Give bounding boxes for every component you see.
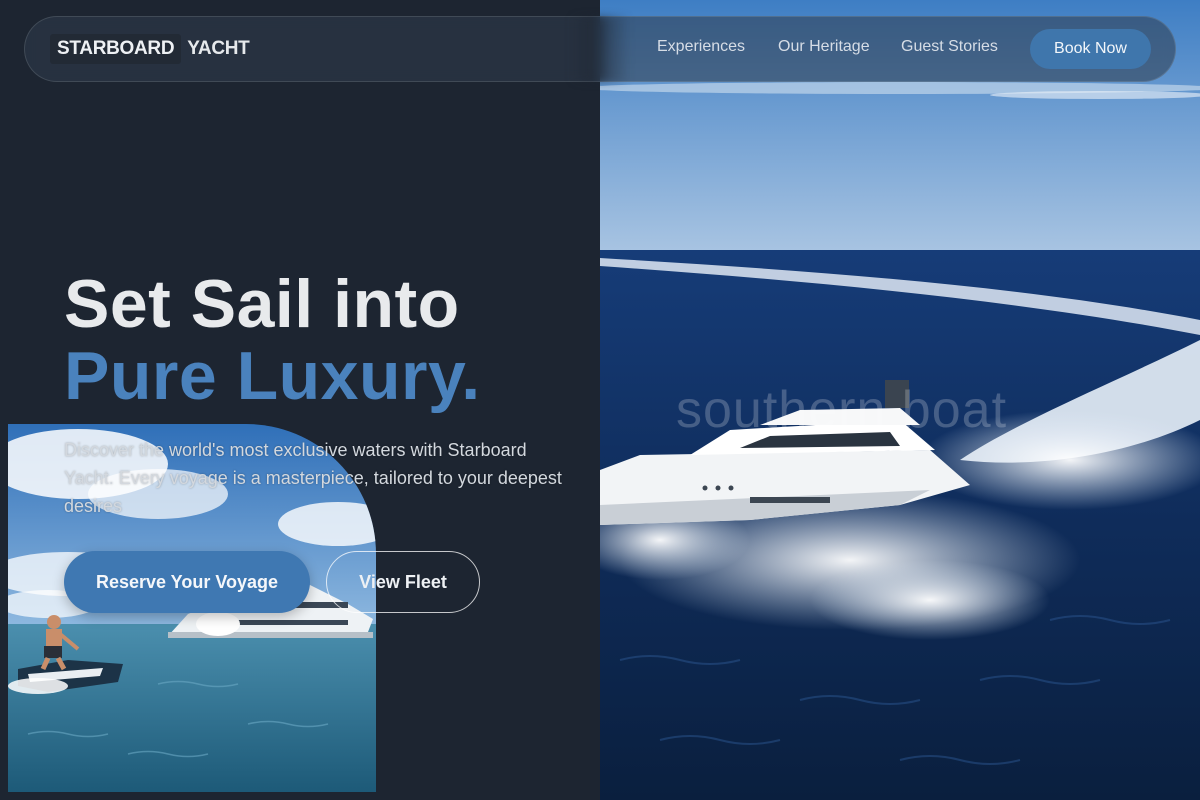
navbar-divider-fade (570, 16, 630, 82)
hero-headline-line1: Set Sail into (64, 266, 460, 342)
hero-headline-line2: Pure Luxury. (64, 338, 481, 414)
view-fleet-button[interactable]: View Fleet (326, 551, 480, 613)
photo-watermark: southern boat (676, 381, 1008, 439)
reserve-voyage-button[interactable]: Reserve Your Voyage (64, 551, 310, 613)
nav-link-guest-stories[interactable]: Guest Stories (901, 38, 998, 56)
brand-logo-text: YACHT (187, 38, 250, 59)
hero-headline: Set Sail into Pure Luxury. (64, 268, 481, 412)
nav-link-our-heritage[interactable]: Our Heritage (778, 38, 870, 56)
brand-logo-box: STARBOARD (50, 34, 182, 64)
nav-link-experiences[interactable]: Experiences (657, 38, 745, 56)
hero-description: Discover the world's most exclusive wate… (64, 440, 562, 516)
book-now-button[interactable]: Book Now (1030, 29, 1151, 69)
brand-logo[interactable]: STARBOARD YACHT (50, 34, 250, 64)
